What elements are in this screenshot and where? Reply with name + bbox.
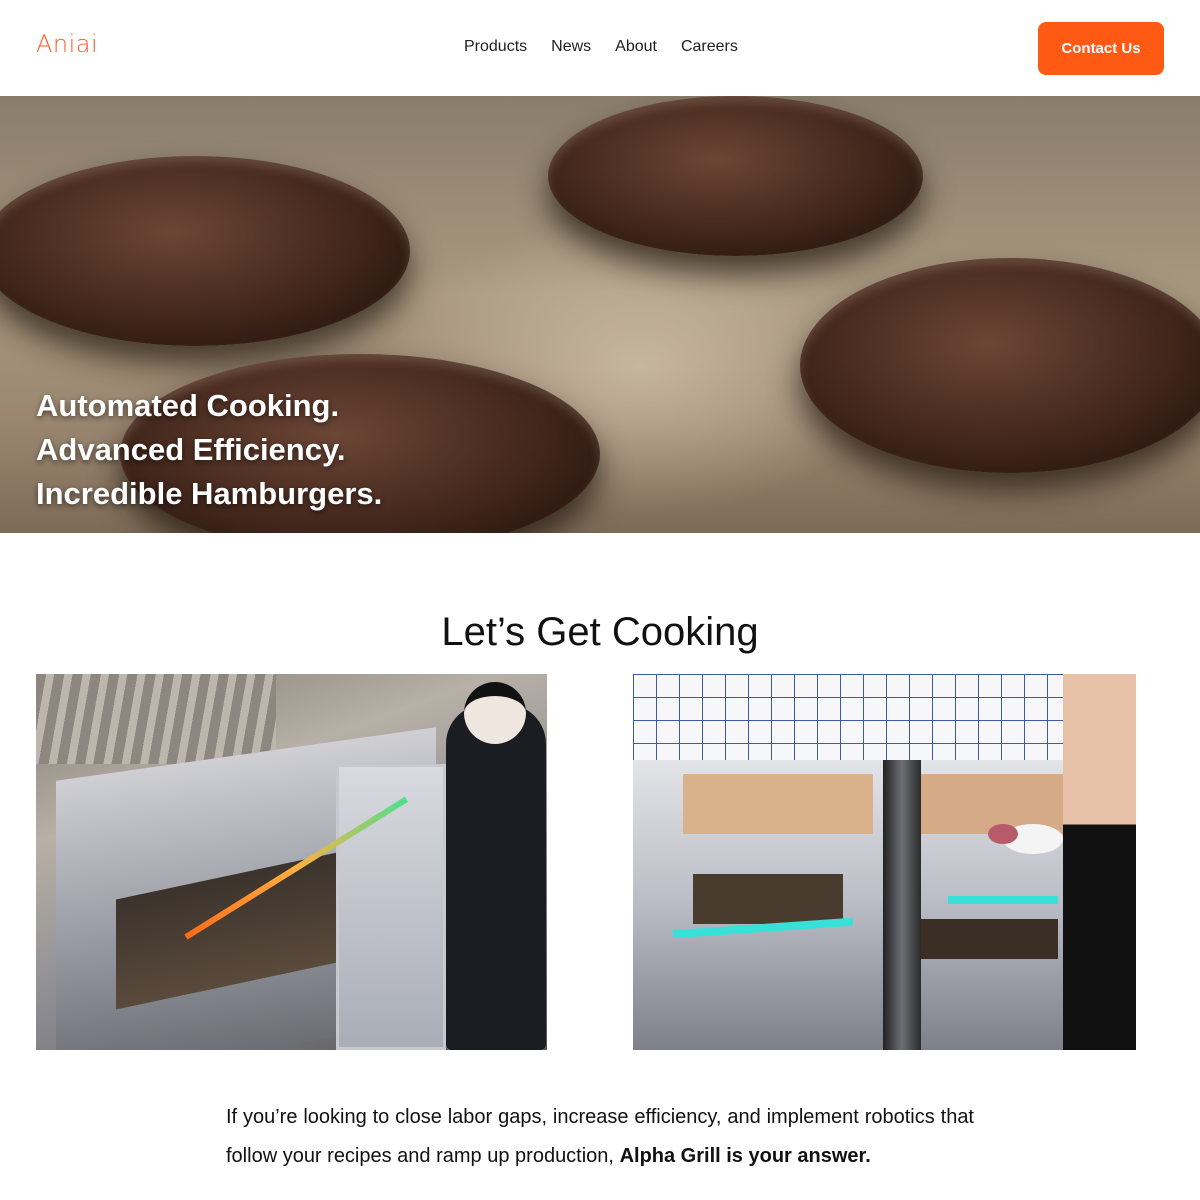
patty-tray <box>693 874 843 924</box>
led-strip <box>948 896 1058 904</box>
operator <box>446 704 546 1050</box>
patty-tray <box>918 919 1058 959</box>
patty-image <box>0 156 410 346</box>
hero-headline: Automated Cooking. Advanced Efficiency. … <box>36 384 382 516</box>
site-header: Aniai Products News About Careers Contac… <box>0 0 1200 96</box>
nav-news[interactable]: News <box>551 38 591 56</box>
hero-line-3: Incredible Hamburgers. <box>36 476 383 511</box>
alpha-grill-photo-right <box>633 674 1136 1050</box>
patty-image <box>800 258 1200 473</box>
nav-about[interactable]: About <box>615 38 657 56</box>
operator <box>1063 674 1136 1050</box>
hero-banner: Automated Cooking. Advanced Efficiency. … <box>0 96 1200 533</box>
operator-head <box>464 682 526 744</box>
top-press <box>683 774 873 834</box>
nav-products[interactable]: Products <box>464 38 527 56</box>
nav-careers[interactable]: Careers <box>681 38 738 56</box>
intro-paragraph: If you’re looking to close labor gaps, i… <box>226 1098 974 1176</box>
contact-us-button[interactable]: Contact Us <box>1038 22 1164 75</box>
section-title: Let’s Get Cooking <box>441 610 759 654</box>
hero-line-2: Advanced Efficiency. <box>36 432 346 467</box>
logo[interactable]: Aniai <box>36 30 98 58</box>
patty-image <box>548 96 923 256</box>
raw-patty <box>988 824 1018 844</box>
vent-hood <box>36 674 276 764</box>
hero-line-1: Automated Cooking. <box>36 388 340 423</box>
center-pillar <box>883 760 921 1050</box>
intro-strong: Alpha Grill is your answer. <box>619 1145 871 1167</box>
main-nav: Products News About Careers <box>464 38 738 56</box>
alpha-grill-photo-left <box>36 674 547 1050</box>
